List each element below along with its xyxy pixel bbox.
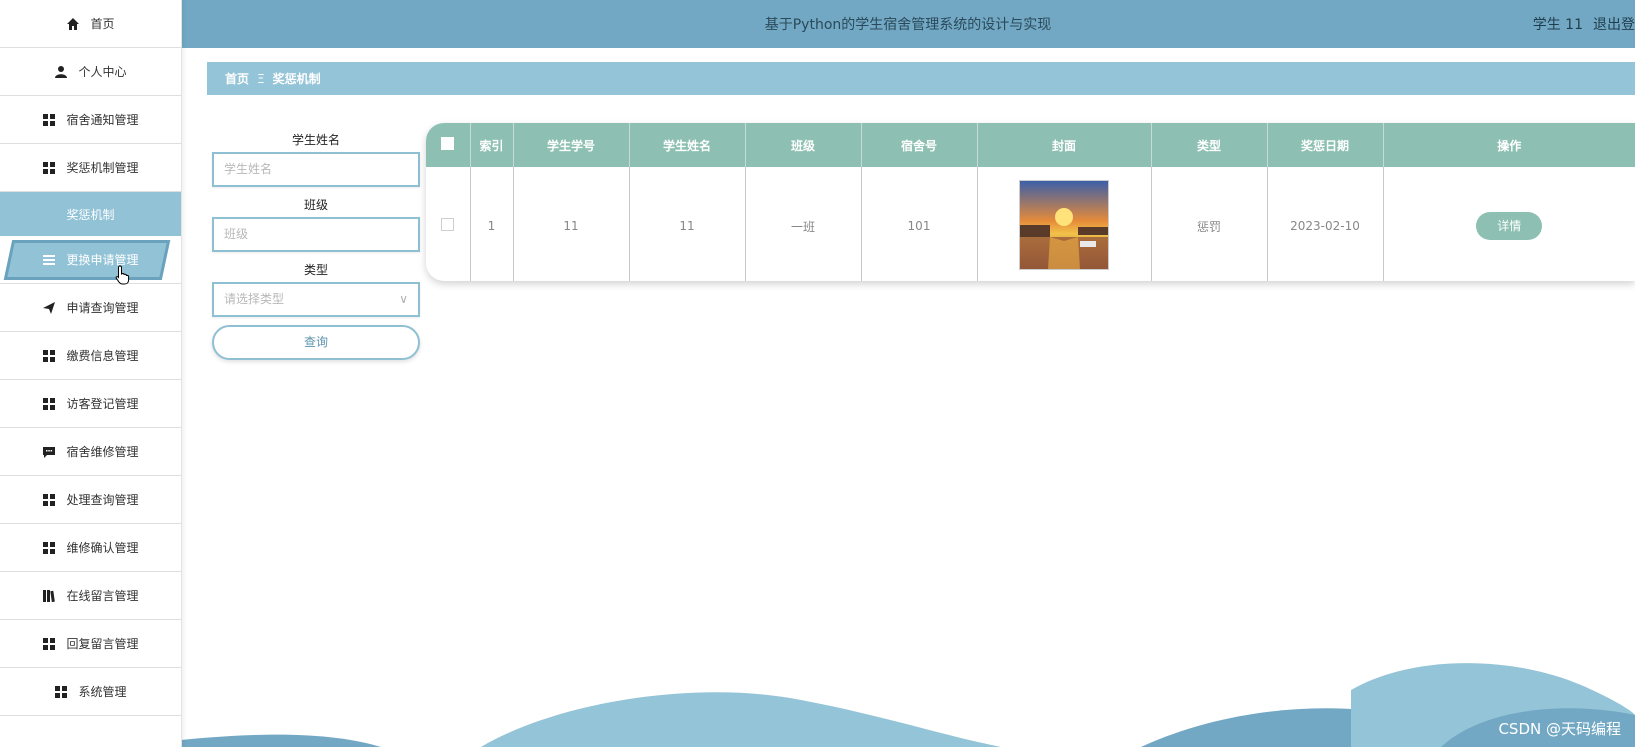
sidebar-subitem-reward[interactable]: 奖惩机制 (0, 192, 181, 236)
sidebar-item-request-query[interactable]: 申请查询管理 (0, 284, 181, 332)
sidebar-item-label: 维修确认管理 (66, 541, 139, 555)
type-label: 类型 (303, 263, 328, 277)
sidebar-item-visitor[interactable]: 访客登记管理 (0, 380, 181, 428)
grid-icon (42, 113, 56, 127)
grid-icon (42, 161, 56, 175)
sidebar-item-label: 处理查询管理 (66, 493, 139, 507)
sidebar-item-repair[interactable]: 宿舍维修管理 (0, 428, 181, 476)
sidebar-item-reply[interactable]: 回复留言管理 (0, 620, 181, 668)
type-select-placeholder: 请选择类型 (224, 292, 285, 306)
class-label: 班级 (303, 198, 328, 212)
table-row: 1 11 11 一班 101 惩罚 2023-02-10 详情 (426, 167, 1635, 281)
column-header: 宿舍号 (861, 123, 978, 167)
decorative-waves (181, 663, 1635, 747)
sidebar-item-label: 奖惩机制 (66, 207, 115, 222)
home-icon (66, 17, 80, 31)
sidebar-item-label: 缴费信息管理 (66, 349, 139, 363)
row-checkbox[interactable] (426, 167, 471, 281)
cell-action: 详情 (1383, 167, 1635, 281)
column-header: 封面 (977, 123, 1152, 167)
sidebar-item-label: 系统管理 (78, 685, 127, 699)
grid-icon (42, 541, 56, 555)
sidebar-item-dorm-notice[interactable]: 宿舍通知管理 (0, 96, 181, 144)
sidebar-item-label: 宿舍维修管理 (66, 445, 139, 459)
column-header: 索引 (470, 123, 514, 167)
type-select[interactable]: 请选择类型 ∨ (212, 282, 420, 317)
sidebar-item-label: 访客登记管理 (66, 397, 139, 411)
data-table: 索引 学生学号 学生姓名 班级 宿舍号 封面 类型 奖惩日期 操作 1 11 1… (426, 123, 1635, 281)
table-header-row: 索引 学生学号 学生姓名 班级 宿舍号 封面 类型 奖惩日期 操作 (426, 123, 1635, 167)
grid-icon (42, 349, 56, 363)
class-input[interactable]: 班级 (212, 217, 420, 252)
hand-cursor-icon (115, 265, 131, 289)
cell-class: 一班 (745, 167, 862, 281)
menu-icon (42, 253, 56, 267)
column-header: 班级 (745, 123, 862, 167)
sidebar-item-system[interactable]: 系统管理 (0, 668, 181, 716)
sidebar-item-label: 宿舍通知管理 (66, 113, 139, 127)
cell-student-no: 11 (513, 167, 630, 281)
grid-icon (42, 493, 56, 507)
column-header: 操作 (1383, 123, 1635, 167)
student-name-input[interactable]: 学生姓名 (212, 152, 420, 187)
column-header: 学生学号 (513, 123, 630, 167)
breadcrumb-separator: Ξ (257, 71, 265, 86)
breadcrumb-current: 奖惩机制 (272, 72, 321, 86)
sidebar-item-label: 个人中心 (78, 65, 127, 79)
current-user: 学生 11 (1532, 17, 1583, 33)
user-icon (54, 65, 68, 79)
detail-button[interactable]: 详情 (1476, 212, 1543, 240)
sidebar-item-label: 回复留言管理 (66, 637, 139, 651)
sidebar-item-home[interactable]: 首页 (0, 0, 181, 48)
app-title: 基于Python的学生宿舍管理系统的设计与实现 (764, 17, 1052, 33)
sidebar-item-repair-confirm[interactable]: 维修确认管理 (0, 524, 181, 572)
search-panel: 学生姓名 学生姓名 班级 班级 类型 请选择类型 ∨ 查询 (212, 128, 420, 360)
chat-icon (42, 445, 56, 459)
watermark: CSDN @天码编程 (1498, 720, 1621, 738)
top-header: 基于Python的学生宿舍管理系统的设计与实现 学生 11 退出登 (181, 0, 1635, 48)
cell-student-name: 11 (629, 167, 746, 281)
cell-index: 1 (470, 167, 514, 281)
column-header: 学生姓名 (629, 123, 746, 167)
query-button[interactable]: 查询 (212, 325, 420, 360)
grid-icon (42, 637, 56, 651)
sidebar-item-reward-manage[interactable]: 奖惩机制管理 (0, 144, 181, 192)
breadcrumb-home[interactable]: 首页 (225, 70, 249, 87)
sidebar-item-label: 首页 (90, 17, 115, 31)
send-icon (42, 301, 56, 315)
chevron-down-icon: ∨ (399, 292, 408, 306)
sidebar: 首页 个人中心 宿舍通知管理 奖惩机制管理 奖惩机制 更换申请管理 申请查询管理… (0, 0, 182, 747)
sidebar-item-process-query[interactable]: 处理查询管理 (0, 476, 181, 524)
cell-cover (977, 167, 1152, 281)
sidebar-item-change-request[interactable]: 更换申请管理 (0, 236, 181, 284)
cover-image[interactable] (1019, 180, 1109, 270)
column-header: 奖惩日期 (1267, 123, 1384, 167)
grid-icon (42, 397, 56, 411)
book-icon (42, 589, 56, 603)
breadcrumb: 首页 Ξ 奖惩机制 (207, 62, 1635, 95)
sidebar-item-profile[interactable]: 个人中心 (0, 48, 181, 96)
column-header: 类型 (1151, 123, 1268, 167)
sidebar-item-label: 在线留言管理 (66, 589, 139, 603)
sidebar-item-label: 奖惩机制管理 (66, 161, 139, 175)
select-all-checkbox[interactable] (426, 123, 471, 167)
cell-type: 惩罚 (1151, 167, 1268, 281)
user-area: 学生 11 退出登 (1523, 14, 1635, 34)
sidebar-item-message[interactable]: 在线留言管理 (0, 572, 181, 620)
sidebar-item-label: 申请查询管理 (66, 301, 139, 315)
cell-dorm: 101 (861, 167, 978, 281)
student-name-label: 学生姓名 (291, 133, 340, 147)
grid-icon (54, 685, 68, 699)
cell-date: 2023-02-10 (1267, 167, 1384, 281)
logout-link[interactable]: 退出登 (1593, 17, 1635, 33)
sidebar-item-payment[interactable]: 缴费信息管理 (0, 332, 181, 380)
